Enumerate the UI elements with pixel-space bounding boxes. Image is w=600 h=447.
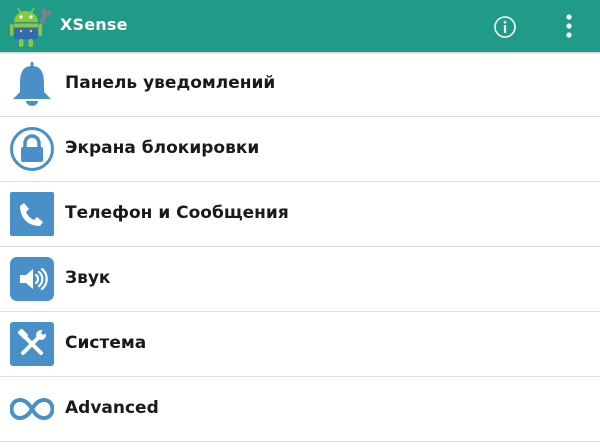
lock-icon — [10, 127, 54, 171]
menu-item-label: Телефон и Сообщения — [65, 203, 289, 223]
menu-item-label: Экрана блокировки — [65, 138, 260, 158]
android-robot-wrench-icon — [10, 6, 51, 47]
menu-item-advanced[interactable]: Advanced — [0, 377, 600, 442]
app-bar: XSense — [0, 0, 600, 52]
infinity-icon — [10, 397, 54, 421]
menu-item-label: Звук — [65, 268, 111, 288]
menu-item-sound[interactable]: Звук — [0, 247, 600, 312]
menu-item-phone-messages[interactable]: Телефон и Сообщения — [0, 182, 600, 247]
menu-item-notification-panel[interactable]: Панель уведомлений — [0, 52, 600, 117]
menu-item-lock-screen[interactable]: Экрана блокировки — [0, 117, 600, 182]
bell-icon — [13, 62, 51, 106]
info-circle-icon[interactable] — [493, 15, 517, 39]
menu-item-system[interactable]: Система — [0, 312, 600, 377]
tools-icon — [10, 322, 54, 366]
menu-item-label: Панель уведомлений — [65, 73, 276, 93]
menu-item-label: Advanced — [65, 398, 159, 418]
more-vert-icon[interactable] — [560, 12, 578, 40]
settings-menu: Панель уведомлений Экрана блокировки Тел… — [0, 52, 600, 442]
app-title: XSense — [60, 15, 128, 34]
speaker-icon — [10, 257, 54, 301]
phone-icon — [10, 192, 54, 236]
menu-item-label: Система — [65, 333, 147, 353]
